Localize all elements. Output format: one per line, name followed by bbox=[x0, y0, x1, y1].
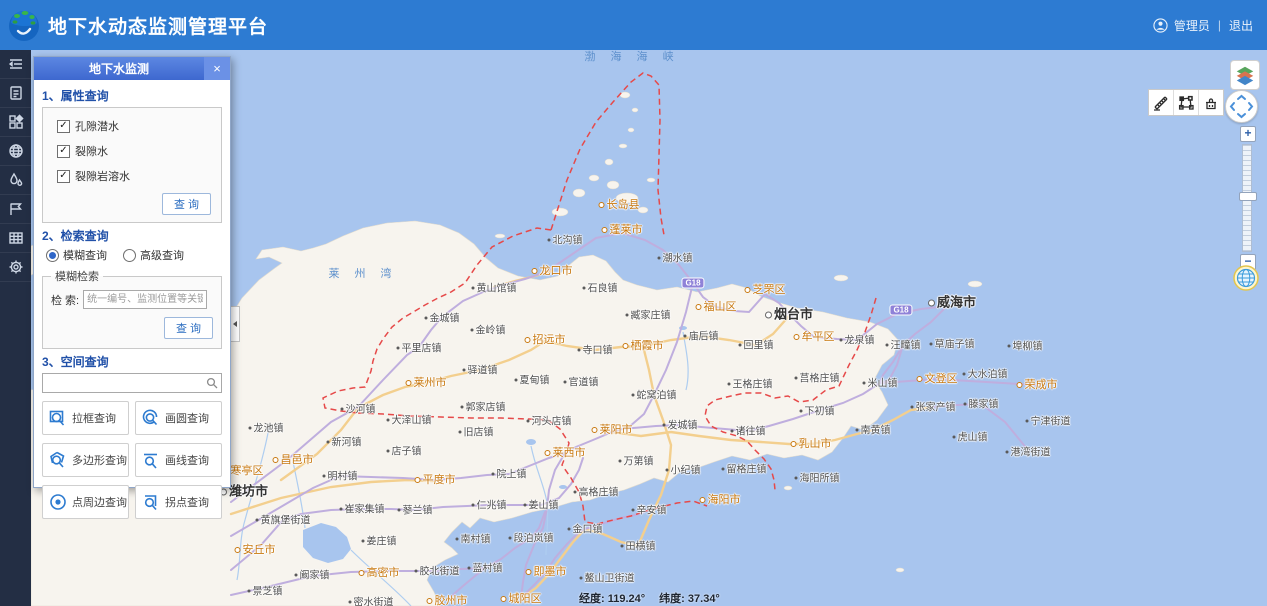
panel-header[interactable]: 地下水监测 × bbox=[34, 57, 230, 80]
sidebar-item-table[interactable] bbox=[0, 224, 31, 253]
radio-icon[interactable] bbox=[123, 249, 136, 262]
vertex-search-icon bbox=[141, 492, 161, 512]
spatial-search-input[interactable] bbox=[42, 373, 222, 393]
circle-search-icon bbox=[141, 408, 161, 428]
radio-advanced-query[interactable]: 高级查询 bbox=[123, 247, 184, 263]
zoom-handle[interactable] bbox=[1239, 192, 1257, 201]
keyword-search-input[interactable] bbox=[83, 290, 207, 309]
sidebar-item-document[interactable] bbox=[0, 79, 31, 108]
polygon-query-button[interactable]: 多边形查询 bbox=[42, 443, 129, 477]
sidebar-item-menu[interactable] bbox=[0, 50, 31, 79]
radio-icon[interactable] bbox=[46, 249, 59, 262]
spatial-button-label: 点周边查询 bbox=[72, 494, 127, 510]
checkbox-label: 裂隙水 bbox=[75, 143, 108, 159]
zoom-in-button[interactable]: + bbox=[1240, 126, 1256, 142]
clear-graphics-button[interactable] bbox=[1199, 90, 1223, 115]
coordinate-readout: 经度: 119.24° 纬度: 37.34° bbox=[579, 590, 720, 606]
menu-icon bbox=[8, 56, 24, 72]
sidebar-item-map[interactable] bbox=[0, 137, 31, 166]
checkbox-icon[interactable]: ✓ bbox=[57, 120, 70, 133]
measure-toolbar bbox=[1148, 89, 1224, 116]
attribute-query-button[interactable]: 查 询 bbox=[162, 193, 211, 215]
globe-icon bbox=[8, 143, 24, 159]
latitude-value: 37.34° bbox=[688, 593, 720, 605]
spatial-button-label: 画圆查询 bbox=[165, 410, 209, 426]
basemap-layers-button[interactable] bbox=[1230, 60, 1260, 90]
full-extent-globe-icon bbox=[1233, 265, 1259, 291]
full-extent-button[interactable] bbox=[1233, 265, 1259, 291]
spatial-search-box bbox=[42, 373, 222, 393]
zoom-slider: + − bbox=[1239, 126, 1255, 270]
checkbox-icon[interactable]: ✓ bbox=[57, 145, 70, 158]
search-query-title: 2、检索查询 bbox=[42, 227, 222, 244]
polygon-area-icon bbox=[1177, 94, 1195, 112]
measure-area-button[interactable] bbox=[1174, 90, 1199, 115]
measure-distance-button[interactable] bbox=[1149, 90, 1174, 115]
spatial-button-label: 拉框查询 bbox=[72, 410, 116, 426]
checkbox-pore-water[interactable]: ✓ 孔隙潜水 bbox=[57, 118, 211, 134]
radio-fuzzy-query[interactable]: 模糊查询 bbox=[46, 247, 107, 263]
radio-label: 模糊查询 bbox=[63, 247, 107, 263]
table-icon bbox=[8, 230, 24, 246]
fuzzy-search-fieldset: 模糊检索 检 索: 查 询 bbox=[42, 268, 222, 349]
app-header: 地下水动态监测管理平台 管理员 | 退出 bbox=[0, 0, 1267, 50]
checkbox-karst-water[interactable]: ✓ 裂隙岩溶水 bbox=[57, 168, 211, 184]
blocks-icon bbox=[8, 114, 24, 130]
gear-icon bbox=[8, 259, 24, 275]
page-title: 地下水动态监测管理平台 bbox=[48, 12, 268, 39]
attribute-query-title: 1、属性查询 bbox=[42, 87, 222, 104]
logout-button[interactable]: 退出 bbox=[1229, 17, 1253, 34]
document-icon bbox=[8, 85, 24, 101]
layers-icon bbox=[1234, 64, 1256, 86]
app-logo-icon bbox=[6, 7, 42, 43]
circle-query-button[interactable]: 画圆查询 bbox=[135, 401, 222, 435]
radio-label: 高级查询 bbox=[140, 247, 184, 263]
spatial-button-label: 画线查询 bbox=[165, 452, 209, 468]
spatial-button-label: 多边形查询 bbox=[72, 452, 127, 468]
point-buffer-icon bbox=[48, 492, 68, 512]
vertex-query-button[interactable]: 拐点查询 bbox=[135, 485, 222, 519]
user-name[interactable]: 管理员 bbox=[1174, 17, 1210, 34]
clear-icon bbox=[1202, 94, 1220, 112]
rect-search-icon bbox=[48, 408, 68, 428]
line-search-icon bbox=[141, 450, 161, 470]
sidebar-item-flag[interactable] bbox=[0, 195, 31, 224]
user-icon bbox=[1153, 18, 1168, 33]
sidebar-item-settings[interactable] bbox=[0, 253, 31, 282]
header-divider: | bbox=[1218, 18, 1221, 32]
spatial-query-title: 3、空间查询 bbox=[42, 353, 222, 370]
point-buffer-query-button[interactable]: 点周边查询 bbox=[42, 485, 129, 519]
longitude-value: 119.24° bbox=[608, 593, 645, 605]
search-icon bbox=[206, 377, 218, 389]
checkbox-icon[interactable]: ✓ bbox=[57, 170, 70, 183]
ruler-icon bbox=[1152, 94, 1170, 112]
checkbox-label: 裂隙岩溶水 bbox=[75, 168, 130, 184]
sidebar-item-groundwater[interactable] bbox=[0, 166, 31, 195]
longitude-label: 经度: bbox=[579, 593, 605, 605]
spatial-tools-grid: 拉框查询 画圆查询 多边形查询 画线查询 点周边查询 bbox=[42, 401, 222, 519]
flag-icon bbox=[8, 201, 24, 217]
spatial-button-label: 拐点查询 bbox=[165, 494, 209, 510]
line-query-button[interactable]: 画线查询 bbox=[135, 443, 222, 477]
checkbox-fissure-water[interactable]: ✓ 裂隙水 bbox=[57, 143, 211, 159]
polygon-search-icon bbox=[48, 450, 68, 470]
panel-title: 地下水监测 bbox=[34, 60, 204, 77]
checkbox-label: 孔隙潜水 bbox=[75, 118, 119, 134]
compass-icon bbox=[1226, 91, 1257, 122]
attribute-query-box: ✓ 孔隙潜水 ✓ 裂隙水 ✓ 裂隙岩溶水 查 询 bbox=[42, 107, 222, 223]
fuzzy-query-button[interactable]: 查 询 bbox=[164, 317, 213, 339]
search-mode-radios: 模糊查询 高级查询 bbox=[46, 247, 222, 263]
groundwater-query-panel: 地下水监测 × 1、属性查询 ✓ 孔隙潜水 ✓ 裂隙水 ✓ 裂隙岩溶水 查 询 … bbox=[33, 56, 231, 488]
search-input-label: 检 索: bbox=[51, 292, 79, 308]
water-drops-icon bbox=[8, 172, 24, 188]
latitude-label: 纬度: bbox=[659, 593, 685, 605]
left-sidebar bbox=[0, 50, 31, 606]
fuzzy-search-legend: 模糊检索 bbox=[51, 268, 103, 284]
sidebar-item-blocks[interactable] bbox=[0, 108, 31, 137]
pan-compass[interactable] bbox=[1225, 90, 1258, 123]
panel-close-button[interactable]: × bbox=[204, 57, 230, 80]
rect-query-button[interactable]: 拉框查询 bbox=[42, 401, 129, 435]
